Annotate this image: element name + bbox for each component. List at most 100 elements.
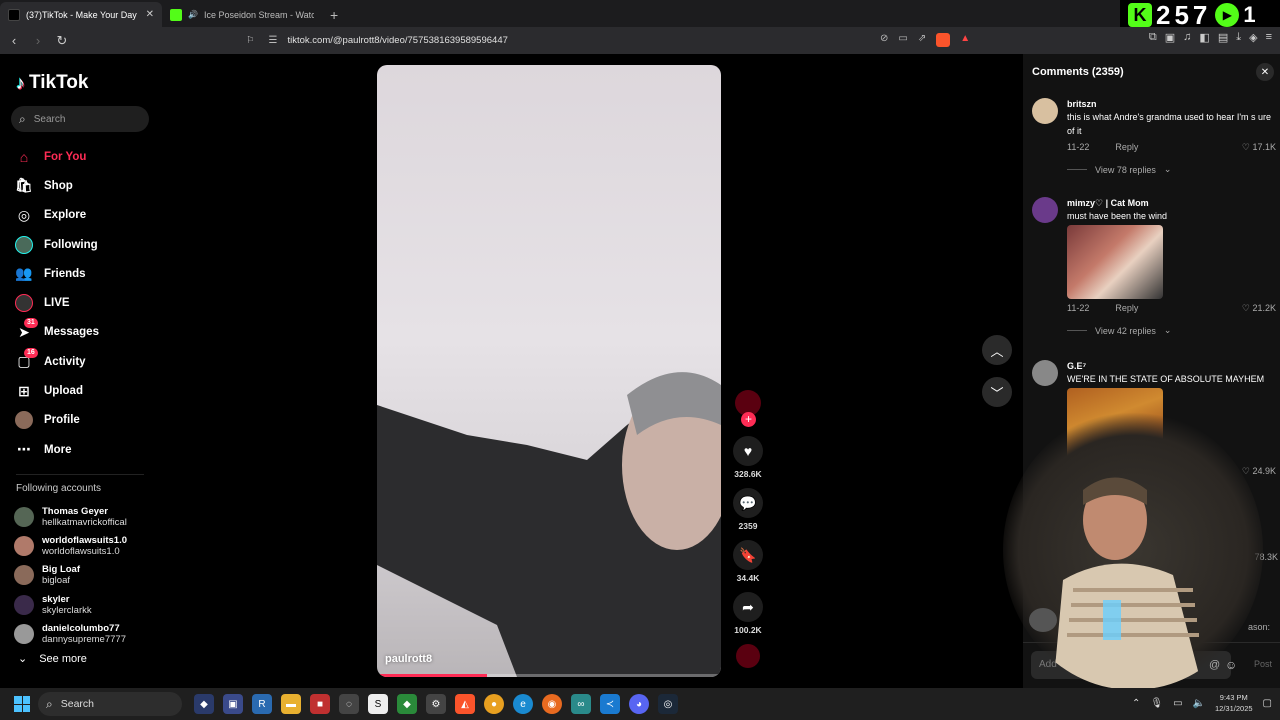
nav-explore[interactable]: ◎ Explore [14, 201, 99, 230]
app-icon[interactable]: R [252, 694, 272, 714]
firefox-icon[interactable]: ◉ [542, 694, 562, 714]
nav-for-you[interactable]: ⌂ For You [14, 142, 99, 171]
music-disc[interactable] [736, 644, 760, 668]
nav-messages[interactable]: ➤ 31 Messages [14, 318, 99, 347]
share-button[interactable]: ➦ [733, 592, 763, 622]
share-icon[interactable]: ⇗ [918, 33, 926, 47]
new-tab-button[interactable]: + [322, 2, 346, 27]
tab-ice-poseidon[interactable]: 🔊 Ice Poseidon Stream - Watch Live [162, 2, 322, 27]
app-icon[interactable]: ◌ [339, 694, 359, 714]
microphone-icon[interactable]: 🎙 [1150, 698, 1163, 709]
music-icon[interactable]: ♫ [1183, 31, 1191, 44]
tiktok-logo[interactable]: ♪ TikTok [16, 72, 88, 94]
following-account[interactable]: Thomas Geyer hellkatmavrickoffical [14, 502, 127, 531]
creator-avatar[interactable]: + [735, 390, 761, 427]
app-icon[interactable]: ⚙ [426, 694, 446, 714]
forward-icon[interactable]: › [28, 33, 48, 48]
file-explorer-icon[interactable]: ▬ [281, 694, 301, 714]
save-button[interactable]: 🔖 [733, 540, 763, 570]
nav-profile[interactable]: Profile [14, 406, 99, 435]
bookmark-icon[interactable]: ⚐ [246, 35, 255, 46]
heart-outline-icon[interactable]: ♡ [1242, 142, 1250, 152]
app-icon[interactable]: ◆ [397, 694, 417, 714]
app-icon[interactable]: S [368, 694, 388, 714]
tab-tiktok[interactable]: (37)TikTok - Make Your Day ✕ [0, 2, 162, 27]
reply-button[interactable]: Reply [1115, 303, 1138, 313]
comment-user[interactable]: britszn [1067, 98, 1276, 110]
chevron-up-icon[interactable]: ⌃ [1132, 698, 1140, 709]
avatar[interactable] [1032, 98, 1058, 124]
menu-icon[interactable]: ≡ [1266, 31, 1272, 44]
steam-icon[interactable]: ◎ [658, 694, 678, 714]
comment-image[interactable] [1067, 225, 1163, 299]
app-icon[interactable]: ▣ [223, 694, 243, 714]
home-icon: ⌂ [19, 148, 29, 165]
view-replies-label: View 42 replies [1095, 325, 1156, 336]
following-account[interactable]: danielcolumbo77 dannysupreme7777 [14, 619, 127, 648]
sidebar-icon[interactable]: ◧ [1199, 31, 1209, 44]
see-more-button[interactable]: ⌄ See more [18, 652, 87, 666]
search-input[interactable]: ⌕ Search [11, 106, 149, 132]
edge-icon[interactable]: e [513, 694, 533, 714]
account-handle: dannysupreme7777 [42, 633, 126, 645]
heart-outline-icon[interactable]: ♡ [1242, 466, 1250, 476]
comment-user[interactable]: mimzy♡ | Cat Mom [1067, 197, 1276, 209]
nav-live[interactable]: LIVE [14, 288, 99, 317]
video-player[interactable]: paulrott8 [377, 65, 721, 677]
media-icon[interactable]: ▣ [1165, 31, 1175, 44]
next-video-button[interactable]: ﹀ [982, 377, 1012, 407]
nav-more[interactable]: ⋯ More [14, 435, 99, 464]
post-button[interactable]: Post [1254, 659, 1272, 669]
nav-upload[interactable]: ⊞ Upload [14, 376, 99, 405]
download-icon[interactable]: ⤓ [1236, 31, 1241, 44]
brave-icon[interactable]: ◭ [455, 694, 475, 714]
app-icon[interactable]: ■ [310, 694, 330, 714]
vscode-icon[interactable]: ≺ [600, 694, 620, 714]
discord-icon[interactable]: ◕ [629, 694, 649, 714]
no-translate-icon[interactable]: ⊘ [880, 33, 888, 47]
vpn-icon[interactable]: ◈ [1249, 31, 1257, 44]
previous-video-button[interactable]: ︿ [982, 335, 1012, 365]
heart-outline-icon[interactable]: ♡ [1242, 303, 1250, 313]
reload-icon[interactable]: ↻ [52, 33, 72, 49]
video-author[interactable]: paulrott8 [385, 653, 432, 665]
notification-icon[interactable]: ▢ [1263, 698, 1272, 709]
nav-friends[interactable]: 👥 Friends [14, 259, 99, 288]
following-account[interactable]: Big Loaf bigloaf [14, 561, 127, 590]
avatar[interactable] [1032, 197, 1058, 223]
comment-button[interactable]: 💬 [733, 488, 763, 518]
emoji-icon[interactable]: ☺ [1225, 658, 1237, 672]
comment-user[interactable]: G.E⁷ [1067, 360, 1276, 372]
app-icon[interactable]: ∞ [571, 694, 591, 714]
following-account[interactable]: worldoflawsuits1.0 worldoflawsuits1.0 [14, 531, 127, 560]
view-replies-button[interactable]: View 42 replies ⌄ [1067, 325, 1276, 336]
extensions-icon[interactable]: ⧉ [1149, 31, 1157, 44]
like-button[interactable]: ♥ [733, 436, 763, 466]
reply-button[interactable]: Reply [1115, 142, 1138, 152]
wallet-icon[interactable]: ▤ [1218, 31, 1228, 44]
share-arrow-icon: ➦ [742, 598, 754, 615]
network-icon[interactable]: ▭ [1173, 698, 1182, 709]
taskbar-search[interactable]: ⌕ Search [38, 692, 182, 716]
close-tab-icon[interactable]: ✕ [146, 9, 154, 20]
back-icon[interactable]: ‹ [4, 33, 24, 48]
view-replies-button[interactable]: View 78 replies ⌄ [1067, 164, 1276, 175]
avatar[interactable] [1032, 360, 1058, 386]
app-icon[interactable]: ◆ [194, 694, 214, 714]
nav-shop[interactable]: 🛍 Shop [14, 171, 99, 200]
close-icon[interactable]: ✕ [1256, 63, 1274, 81]
nav-label: Messages [44, 326, 99, 339]
chrome-icon[interactable]: ● [484, 694, 504, 714]
rewards-icon[interactable]: ▲ [960, 33, 970, 47]
cast-icon[interactable]: ▭ [898, 33, 907, 47]
following-account[interactable]: skyler skylerclarkk [14, 590, 127, 619]
clock[interactable]: 9:43 PM 12/31/2025 [1215, 692, 1253, 714]
volume-icon[interactable]: 🔈 [1193, 698, 1205, 709]
site-info-icon[interactable]: ☰ [269, 35, 278, 46]
brave-shield-icon[interactable] [936, 33, 951, 47]
video-progress-bar[interactable] [377, 674, 721, 677]
nav-activity[interactable]: ▢ 16 Activity [14, 347, 99, 376]
windows-start-icon[interactable] [14, 696, 30, 712]
nav-following[interactable]: Following [14, 230, 99, 259]
follow-plus-icon[interactable]: + [741, 412, 756, 427]
